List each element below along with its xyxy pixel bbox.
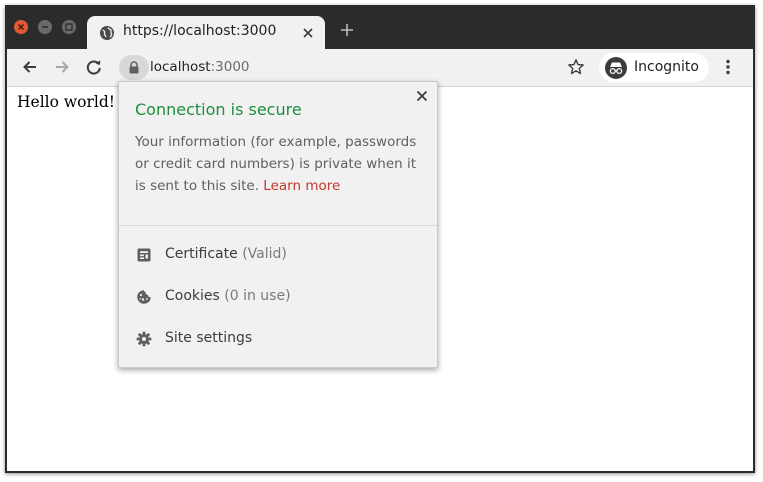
learn-more-link[interactable]: Learn more [263,178,340,194]
certificate-label: Certificate (Valid) [165,246,287,262]
popup-description: Your information (for example, passwords… [135,131,431,197]
site-settings-label: Site settings [165,330,253,346]
page-text: Hello world! [17,93,115,111]
cookie-icon [137,290,151,304]
arrow-left-icon[interactable] [21,58,39,76]
cookies-count: (0 in use) [224,288,291,304]
maximize-window-icon[interactable] [62,20,76,34]
close-tab-icon[interactable] [301,26,315,40]
site-settings-row[interactable]: Site settings [119,321,437,357]
incognito-icon [605,57,627,79]
cookies-row[interactable]: Cookies (0 in use) [119,279,437,315]
incognito-label: Incognito [634,59,699,75]
close-window-icon[interactable] [14,20,28,34]
arrow-right-icon[interactable] [53,58,71,76]
site-info-popup: Connection is secure Your information (f… [118,81,438,368]
cookies-text: Cookies [165,288,220,304]
divider [119,225,437,226]
reload-icon[interactable] [85,58,103,76]
lock-icon[interactable] [119,55,149,80]
plus-icon[interactable] [339,22,355,38]
browser-window: https://localhost:3000 localhost:3000 In… [5,5,755,473]
certificate-icon [137,248,151,262]
close-icon[interactable] [415,89,429,103]
url-text[interactable]: localhost:3000 [150,59,250,75]
incognito-badge[interactable]: Incognito [599,53,709,82]
tab-active[interactable]: https://localhost:3000 [87,16,325,49]
tab-strip: https://localhost:3000 [7,7,753,49]
minimize-window-icon[interactable] [38,20,52,34]
certificate-status: (Valid) [242,246,287,262]
url-host: localhost [150,59,211,75]
tab-title: https://localhost:3000 [123,23,277,39]
globe-icon [100,26,114,40]
star-icon[interactable] [567,58,585,76]
gear-icon [136,331,152,347]
popup-heading: Connection is secure [135,100,302,119]
certificate-text: Certificate [165,246,238,262]
url-port: :3000 [210,59,250,75]
certificate-row[interactable]: Certificate (Valid) [119,237,437,273]
cookies-label: Cookies (0 in use) [165,288,291,304]
three-dots-menu-icon[interactable] [719,58,737,76]
